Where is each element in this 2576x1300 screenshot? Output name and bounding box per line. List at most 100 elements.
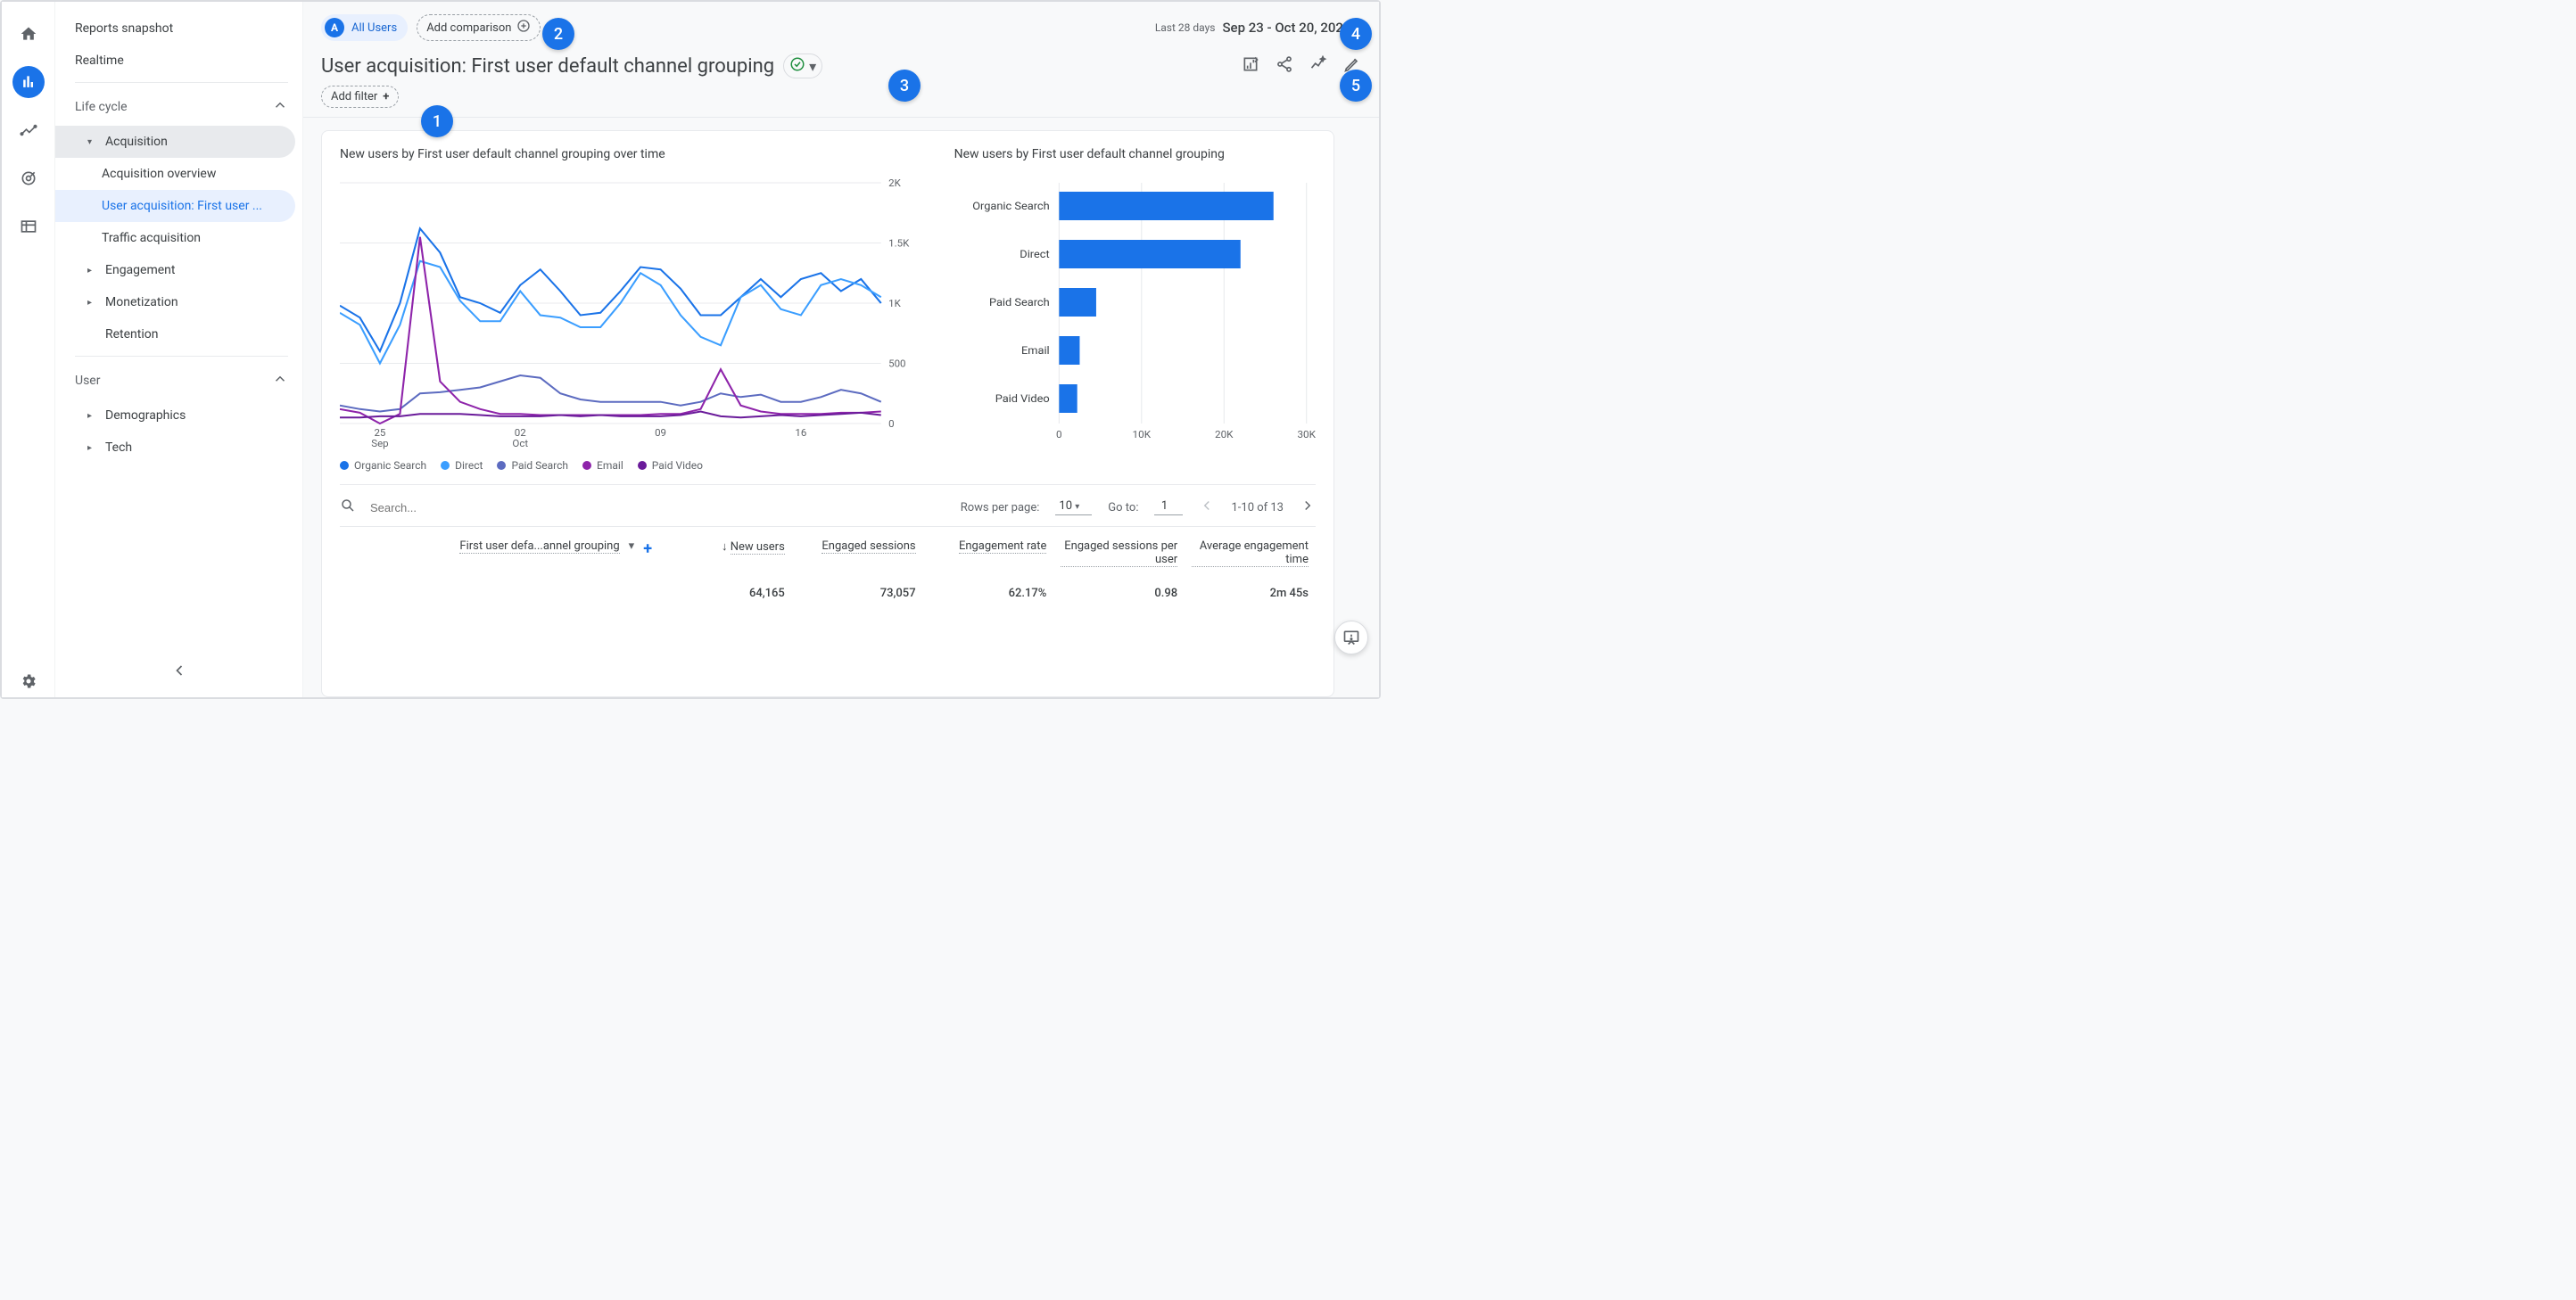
table-search-input[interactable]	[370, 501, 549, 514]
legend-item: Direct	[455, 459, 483, 472]
metric-sessions-per-user[interactable]: Engaged sessions per user	[1061, 539, 1177, 567]
nav-monetization[interactable]: ▸ Monetization	[55, 286, 295, 318]
nav-sub-label: Traffic acquisition	[102, 231, 201, 245]
legend-item: Paid Search	[511, 459, 568, 472]
svg-text:2K: 2K	[888, 177, 902, 189]
customize-report-icon[interactable]	[1242, 55, 1259, 77]
svg-text:Sep: Sep	[371, 438, 388, 449]
bar-chart-title: New users by First user default channel …	[954, 147, 1316, 161]
nav-sub-label: User acquisition: First user ...	[102, 199, 262, 213]
insights-icon[interactable]	[1309, 55, 1327, 77]
annotation-1: 1	[421, 105, 453, 137]
total-new-users: 64,165	[661, 587, 792, 600]
svg-text:16: 16	[795, 427, 806, 439]
svg-text:0: 0	[1056, 428, 1062, 440]
nav-sub-label: Tech	[105, 440, 132, 455]
nav-acquisition[interactable]: ▾ Acquisition	[55, 126, 295, 158]
add-filter-button[interactable]: Add filter +	[321, 86, 399, 108]
segment-badge: A	[325, 18, 344, 37]
nav-sub-label: Retention	[105, 327, 159, 341]
reports-icon[interactable]	[12, 66, 45, 98]
caret-right-icon: ▸	[87, 443, 96, 453]
line-chart-title: New users by First user default channel …	[340, 147, 919, 161]
caret-down-icon: ▾	[809, 58, 816, 75]
legend-item: Organic Search	[354, 459, 426, 472]
share-icon[interactable]	[1276, 55, 1293, 77]
annotation-3: 3	[888, 70, 921, 102]
metric-engaged-sessions[interactable]: Engaged sessions	[822, 539, 915, 554]
goto-input[interactable]: 1	[1154, 499, 1183, 515]
svg-text:500: 500	[888, 358, 905, 370]
nav-sub-label: Monetization	[105, 295, 178, 309]
admin-gear-icon[interactable]	[12, 665, 45, 697]
advertising-icon[interactable]	[12, 162, 45, 194]
nav-traffic-acquisition[interactable]: Traffic acquisition	[55, 222, 295, 254]
annotation-5: 5	[1340, 70, 1372, 102]
annotation-2: 2	[542, 18, 574, 50]
metric-new-users[interactable]: New users	[731, 540, 785, 555]
svg-text:1K: 1K	[888, 298, 902, 309]
dimension-dropdown[interactable]: First user defa...annel grouping	[459, 539, 619, 554]
add-dimension-icon[interactable]: +	[643, 539, 652, 558]
nav-section-label: User	[75, 374, 100, 388]
annotation-4: 4	[1340, 18, 1372, 50]
page-title: User acquisition: First user default cha…	[321, 55, 774, 78]
rows-per-page-label: Rows per page:	[961, 501, 1040, 514]
explore-icon[interactable]	[12, 114, 45, 146]
total-engaged-sessions: 73,057	[792, 587, 923, 600]
svg-text:30K: 30K	[1297, 428, 1316, 440]
nav-section-label: Life cycle	[75, 100, 128, 114]
search-icon	[340, 498, 356, 517]
prev-page-icon[interactable]	[1199, 498, 1215, 517]
nav-acquisition-overview[interactable]: Acquisition overview	[55, 158, 295, 190]
nav-sub-label: Demographics	[105, 408, 186, 423]
chevron-up-icon	[272, 97, 288, 117]
status-dropdown[interactable]: ▾	[783, 53, 822, 78]
table-totals-row: 64,165 73,057 62.17% 0.98 2m 45s	[340, 587, 1316, 600]
nav-section-user[interactable]: User	[55, 362, 302, 399]
next-page-icon[interactable]	[1300, 498, 1316, 517]
nav-engagement[interactable]: ▸ Engagement	[55, 254, 295, 286]
date-label: Last 28 days	[1155, 21, 1216, 34]
metric-avg-time[interactable]: Average engagement time	[1192, 539, 1309, 567]
caret-right-icon: ▸	[87, 411, 96, 421]
add-comparison-button[interactable]: Add comparison	[417, 14, 541, 41]
caret-down-icon[interactable]: ▾	[629, 539, 635, 553]
nav-sub-label: Acquisition overview	[102, 167, 216, 181]
feedback-icon[interactable]	[1334, 621, 1368, 654]
nav-demographics[interactable]: ▸ Demographics	[55, 399, 295, 432]
segment-chip[interactable]: A All Users	[321, 14, 408, 41]
svg-text:Email: Email	[1021, 344, 1050, 358]
nav-section-life-cycle[interactable]: Life cycle	[55, 88, 302, 126]
nav-reports-snapshot[interactable]: Reports snapshot	[55, 12, 295, 45]
svg-text:20K: 20K	[1215, 428, 1234, 440]
nav-retention[interactable]: Retention	[55, 318, 295, 350]
sort-arrow-down-icon[interactable]: ↓	[722, 540, 731, 554]
chip-label: Add filter	[331, 90, 377, 103]
chip-label: Add comparison	[426, 21, 511, 35]
svg-text:02: 02	[515, 427, 526, 439]
nav-realtime[interactable]: Realtime	[55, 45, 295, 77]
svg-text:0: 0	[888, 418, 894, 430]
goto-label: Go to:	[1108, 501, 1138, 514]
caret-right-icon: ▸	[87, 298, 96, 308]
svg-text:Paid Search: Paid Search	[989, 296, 1050, 309]
configure-icon[interactable]	[12, 210, 45, 243]
svg-text:Paid Video: Paid Video	[995, 392, 1049, 406]
home-icon[interactable]	[12, 18, 45, 50]
metric-engagement-rate[interactable]: Engagement rate	[959, 539, 1046, 554]
total-sessions-per-user: 0.98	[1053, 587, 1185, 600]
rows-per-page-select[interactable]: 10 ▾	[1055, 499, 1092, 515]
legend-item: Email	[597, 459, 623, 472]
svg-text:1.5K: 1.5K	[888, 238, 910, 250]
bar-chart: 010K20K30KOrganic SearchDirectPaid Searc…	[954, 174, 1316, 450]
segment-label: All Users	[351, 21, 397, 35]
collapse-nav-icon[interactable]	[55, 647, 302, 697]
nav-sub-label: Acquisition	[105, 135, 168, 149]
svg-text:Direct: Direct	[1020, 248, 1049, 261]
nav-user-acquisition[interactable]: User acquisition: First user ...	[55, 190, 295, 222]
plus-icon: +	[383, 90, 389, 103]
caret-right-icon: ▸	[87, 266, 96, 276]
nav-tech[interactable]: ▸ Tech	[55, 432, 295, 464]
svg-text:Organic Search: Organic Search	[972, 200, 1049, 213]
